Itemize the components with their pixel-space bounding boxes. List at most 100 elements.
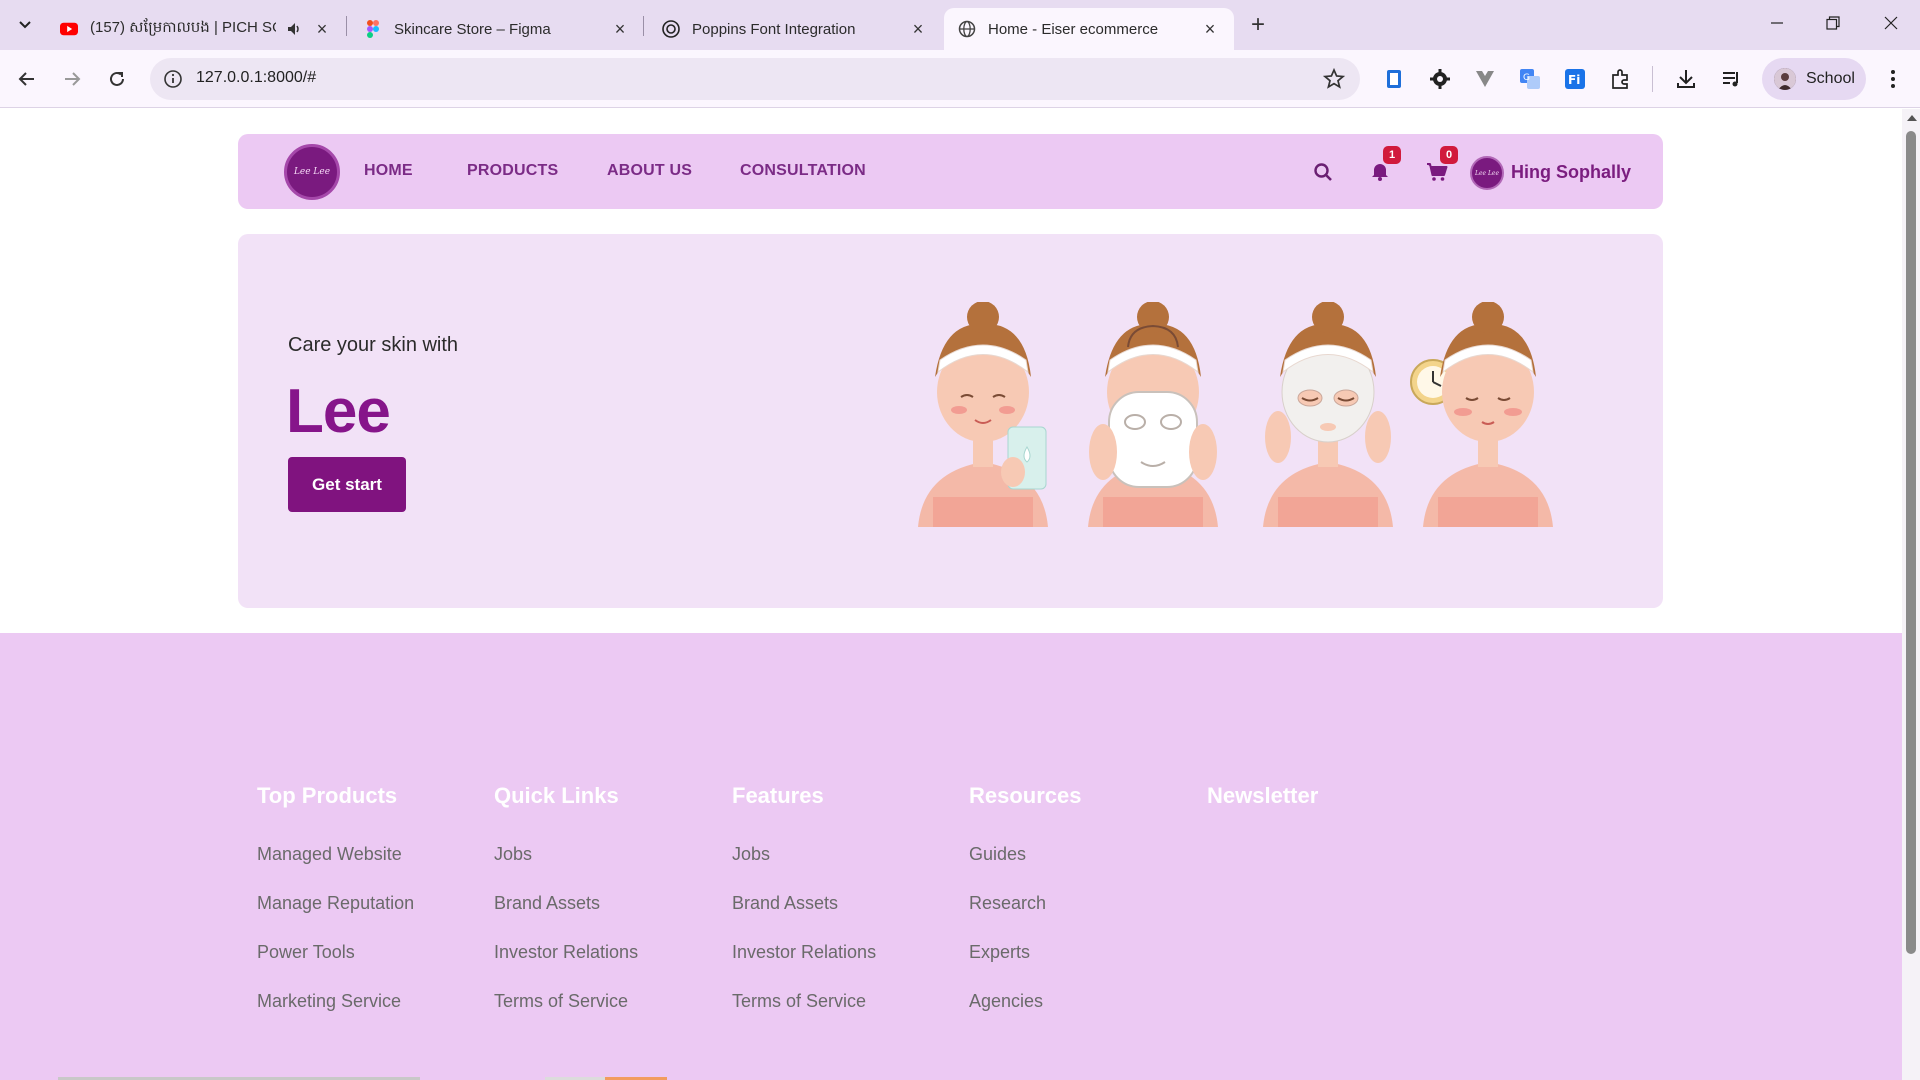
hero-title: Lee <box>286 377 391 446</box>
extension-gear-icon[interactable] <box>1428 67 1452 91</box>
browser-tab-strip: (157) សម្រែកាលបង | PICH SO × Skincare St… <box>0 0 1920 50</box>
footer-link[interactable]: Jobs <box>494 843 638 892</box>
tab-title: Poppins Font Integration <box>692 20 856 38</box>
hero-subtitle: Care your skin with <box>288 334 459 356</box>
footer-column-resources: Resources Guides Research Experts Agenci… <box>969 783 1082 1039</box>
close-icon[interactable]: × <box>312 19 332 39</box>
scroll-thumb[interactable] <box>1906 131 1916 954</box>
woman-fresh-face-figure <box>1423 302 1553 527</box>
nav-products[interactable]: PRODUCTS <box>467 162 558 180</box>
tab-separator <box>346 16 347 36</box>
close-icon[interactable]: × <box>610 19 630 39</box>
footer-link[interactable]: Managed Website <box>257 843 414 892</box>
footer-column-features: Features Jobs Brand Assets Investor Rela… <box>732 783 876 1039</box>
media-control-icon[interactable] <box>1720 67 1744 91</box>
tab-search-button[interactable] <box>11 11 39 39</box>
nav-home[interactable]: HOME <box>364 162 413 180</box>
svg-text:G: G <box>1523 73 1530 83</box>
footer-heading: Newsletter <box>1207 783 1319 808</box>
extension-translate-icon[interactable]: G <box>1518 67 1542 91</box>
footer-heading: Top Products <box>257 783 398 808</box>
speaker-icon[interactable] <box>284 19 304 39</box>
globe-icon <box>958 20 976 38</box>
close-icon[interactable]: × <box>1200 19 1220 39</box>
search-icon[interactable] <box>1311 160 1335 184</box>
minimize-icon <box>1771 22 1783 24</box>
footer-link[interactable]: Research <box>969 892 1082 941</box>
tab-figma[interactable]: Skincare Store – Figma × <box>350 8 644 50</box>
footer-column-quick-links: Quick Links Jobs Brand Assets Investor R… <box>494 783 638 1039</box>
footer-link[interactable]: Agencies <box>969 990 1082 1039</box>
footer-column-newsletter: Newsletter <box>1207 783 1318 843</box>
page-viewport: Lee Lee HOME PRODUCTS ABOUT US CONSULTAT… <box>0 109 1902 1080</box>
download-icon[interactable] <box>1674 67 1698 91</box>
figma-icon <box>364 20 382 38</box>
footer-heading: Resources <box>969 783 1082 808</box>
scroll-up-arrow-icon[interactable] <box>1907 115 1917 121</box>
extension-font-icon[interactable]: Fi <box>1563 67 1587 91</box>
cart-badge: 0 <box>1440 146 1458 164</box>
footer-link[interactable]: Experts <box>969 941 1082 990</box>
profile-label: School <box>1806 70 1855 87</box>
more-vert-icon <box>1891 70 1895 88</box>
tab-separator <box>643 16 644 36</box>
browser-menu-button[interactable] <box>1880 66 1906 92</box>
footer-link[interactable]: Manage Reputation <box>257 892 414 941</box>
footer-link[interactable]: Power Tools <box>257 941 414 990</box>
site-logo[interactable]: Lee Lee <box>284 144 340 200</box>
user-name[interactable]: Hing Sophally <box>1511 162 1631 183</box>
page-scrollbar[interactable] <box>1902 109 1920 1080</box>
extension-clipboard-icon[interactable] <box>1382 67 1406 91</box>
reload-button[interactable] <box>100 62 134 96</box>
tab-title: Home - Eiser ecommerce <box>988 20 1159 38</box>
footer-heading: Features <box>732 783 824 808</box>
footer-link[interactable]: Brand Assets <box>732 892 876 941</box>
footer-link[interactable]: Terms of Service <box>732 990 876 1039</box>
address-bar[interactable]: 127.0.0.1:8000/# <box>150 58 1360 100</box>
back-button[interactable] <box>10 62 44 96</box>
forward-button[interactable] <box>55 62 89 96</box>
restore-button[interactable] <box>1818 8 1848 38</box>
close-window-button[interactable] <box>1876 8 1906 38</box>
tab-youtube[interactable]: (157) សម្រែកាលបង | PICH SO × <box>46 8 346 50</box>
extension-vue-icon[interactable] <box>1473 67 1497 91</box>
reload-icon <box>110 71 124 86</box>
toolbar-separator <box>1652 66 1653 92</box>
get-start-button[interactable]: Get start <box>288 457 406 512</box>
site-footer: Top Products Managed Website Manage Repu… <box>0 633 1902 1080</box>
footer-link[interactable]: Investor Relations <box>732 941 876 990</box>
woman-with-sheet-mask-figure <box>1088 302 1218 527</box>
youtube-icon <box>60 20 78 38</box>
new-tab-button[interactable]: + <box>1244 11 1272 39</box>
extensions-puzzle-icon[interactable] <box>1609 67 1633 91</box>
tab-poppins[interactable]: Poppins Font Integration × <box>648 8 942 50</box>
arrow-left-icon <box>18 72 34 86</box>
footer-link[interactable]: Brand Assets <box>494 892 638 941</box>
url-text: 127.0.0.1:8000/# <box>196 69 317 86</box>
tab-home-eiser[interactable]: Home - Eiser ecommerce × <box>944 8 1234 50</box>
close-icon <box>1884 16 1898 30</box>
tab-title: Skincare Store – Figma <box>394 20 551 38</box>
close-icon[interactable]: × <box>908 19 928 39</box>
footer-column-top-products: Top Products Managed Website Manage Repu… <box>257 783 414 1039</box>
chevron-down-icon <box>19 21 31 29</box>
footer-link[interactable]: Investor Relations <box>494 941 638 990</box>
hero-banner: Care your skin with Lee Get start <box>238 234 1663 608</box>
profile-avatar <box>1774 68 1796 90</box>
tab-title: (157) សម្រែកាលបង | PICH SO <box>90 19 276 36</box>
skincare-steps-illustration <box>918 302 1553 527</box>
woman-with-cleanser-figure <box>918 302 1048 527</box>
profile-button[interactable]: School <box>1762 58 1866 100</box>
avatar-text: Lee Lee <box>1474 169 1500 177</box>
user-avatar[interactable]: Lee Lee <box>1470 156 1504 190</box>
arrow-right-icon <box>65 72 81 86</box>
footer-link[interactable]: Jobs <box>732 843 876 892</box>
bookmark-star-icon[interactable] <box>1322 67 1346 91</box>
info-icon[interactable] <box>162 68 184 90</box>
footer-link[interactable]: Guides <box>969 843 1082 892</box>
minimize-button[interactable] <box>1762 8 1792 38</box>
nav-consultation[interactable]: CONSULTATION <box>740 162 866 180</box>
footer-link[interactable]: Marketing Service <box>257 990 414 1039</box>
nav-about-us[interactable]: ABOUT US <box>607 162 692 180</box>
footer-link[interactable]: Terms of Service <box>494 990 638 1039</box>
